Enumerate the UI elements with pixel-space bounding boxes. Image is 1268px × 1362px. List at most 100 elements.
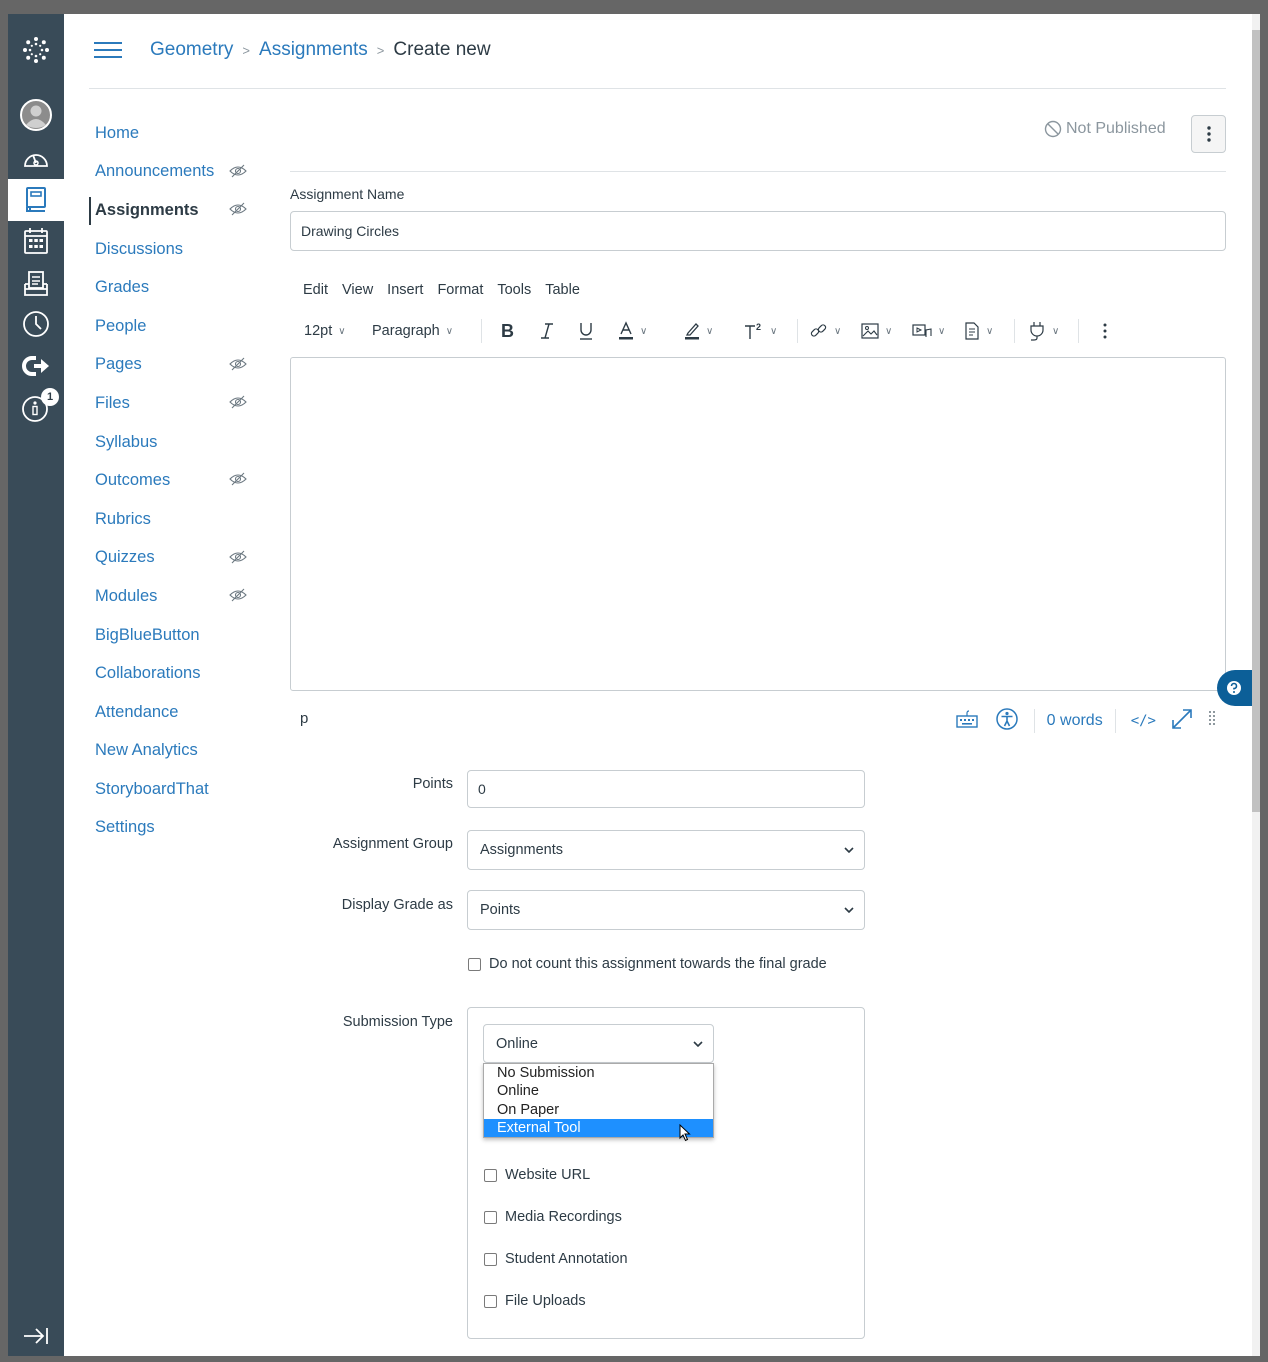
nav-inbox[interactable] <box>8 264 64 304</box>
editor-menu-insert[interactable]: Insert <box>387 282 423 298</box>
checkbox-box[interactable] <box>484 1168 497 1182</box>
statusbar-divider <box>1033 709 1035 733</box>
course-nav-label: People <box>95 316 147 335</box>
course-nav-item-grades[interactable]: Grades <box>89 268 269 307</box>
chevron-down-icon <box>693 1040 703 1047</box>
course-nav-item-settings[interactable]: Settings <box>89 809 269 848</box>
header-divider <box>89 88 1226 89</box>
nav-history[interactable] <box>8 304 64 344</box>
courses-icon <box>26 187 46 212</box>
course-nav-label: Quizzes <box>95 548 155 567</box>
assignment-name-input[interactable]: Drawing Circles <box>290 211 1226 251</box>
course-nav-item-outcomes[interactable]: Outcomes <box>89 461 269 500</box>
editor-menubar: Edit View Insert Format Tools Table <box>303 282 594 298</box>
canvas-logo-link[interactable] <box>8 30 64 70</box>
submission-option-no-submission[interactable]: No Submission <box>484 1064 713 1082</box>
nav-help[interactable]: 1 <box>8 388 64 428</box>
toolbar-divider <box>1078 319 1079 343</box>
omit-from-final-checkbox[interactable]: Do not count this assignment towards the… <box>468 956 827 972</box>
submission-option-on-paper[interactable]: On Paper <box>484 1101 713 1119</box>
keyboard-shortcuts-button[interactable] <box>955 709 978 733</box>
course-nav-item-discussions[interactable]: Discussions <box>89 230 269 269</box>
editor-menu-view[interactable]: View <box>342 282 373 298</box>
assignment-group-select[interactable]: Assignments <box>467 830 865 870</box>
course-nav-item-rubrics[interactable]: Rubrics <box>89 500 269 539</box>
course-nav: Home Announcements Assignments Discussions G… <box>89 114 269 847</box>
breadcrumb-course[interactable]: Geometry <box>150 39 233 61</box>
course-nav-item-home[interactable]: Home <box>89 114 269 153</box>
page-scrollbar[interactable] <box>1252 14 1260 1356</box>
breadcrumb-assignments[interactable]: Assignments <box>259 39 368 61</box>
highlight-color-button[interactable]: ∨ <box>684 316 713 346</box>
course-nav-label: Outcomes <box>95 471 171 490</box>
media-button[interactable]: ∨ <box>912 316 945 346</box>
collapse-nav-button[interactable] <box>22 1326 50 1351</box>
course-nav-item-storyboardthat[interactable]: StoryboardThat <box>89 770 269 809</box>
underline-button[interactable] <box>578 316 594 346</box>
editor-menu-tools[interactable]: Tools <box>497 282 531 298</box>
block-format-dropdown[interactable]: Paragraph ∨ <box>372 316 453 346</box>
link-button[interactable]: ∨ <box>810 316 841 346</box>
course-nav-item-bigbluebutton[interactable]: BigBlueButton <box>89 616 269 655</box>
nav-courses[interactable] <box>8 179 64 221</box>
superscript-button[interactable]: 2 ∨ <box>744 316 777 346</box>
points-label: Points <box>412 776 453 792</box>
editor-menu-table[interactable]: Table <box>545 282 580 298</box>
text-color-button[interactable]: ∨ <box>618 316 647 346</box>
course-nav-item-attendance[interactable]: Attendance <box>89 693 269 732</box>
course-nav-item-announcements[interactable]: Announcements <box>89 153 269 192</box>
checkbox-box[interactable] <box>484 1252 497 1266</box>
word-count[interactable]: 0 words <box>1047 712 1103 730</box>
element-path[interactable]: p <box>300 710 308 727</box>
nav-account[interactable] <box>8 95 64 135</box>
course-nav-item-syllabus[interactable]: Syllabus <box>89 423 269 462</box>
online-entry-website-url[interactable]: Website URL <box>484 1167 590 1183</box>
course-menu-toggle[interactable] <box>94 42 122 62</box>
submission-type-select[interactable]: Online <box>483 1024 714 1063</box>
accessibility-checker-button[interactable] <box>995 707 1018 735</box>
editor-menu-edit[interactable]: Edit <box>303 282 328 298</box>
checkbox-box[interactable] <box>484 1210 497 1224</box>
image-button[interactable]: ∨ <box>861 316 892 346</box>
display-grade-select[interactable]: Points <box>467 890 865 930</box>
checkbox-box[interactable] <box>468 957 481 971</box>
fullscreen-button[interactable] <box>1170 707 1194 736</box>
font-size-dropdown[interactable]: 12pt ∨ <box>304 316 346 346</box>
online-entry-media-recordings[interactable]: Media Recordings <box>484 1209 622 1225</box>
more-toolbar-button[interactable] <box>1103 316 1107 346</box>
italic-button[interactable] <box>540 316 554 346</box>
points-input[interactable]: 0 <box>467 770 865 808</box>
chevron-down-icon: ∨ <box>770 325 778 337</box>
avatar-icon <box>20 99 52 131</box>
nav-dashboard[interactable] <box>8 138 64 178</box>
hidden-eye-icon <box>229 550 247 569</box>
submission-option-online[interactable]: Online <box>484 1082 713 1100</box>
online-entry-file-uploads[interactable]: File Uploads <box>484 1293 586 1309</box>
bold-button[interactable]: B <box>500 316 516 346</box>
course-nav-item-pages[interactable]: Pages <box>89 346 269 385</box>
resize-handle[interactable] <box>1208 710 1216 733</box>
course-nav-item-files[interactable]: Files <box>89 384 269 423</box>
apps-plugin-button[interactable]: ∨ <box>1028 316 1059 346</box>
course-nav-label: Home <box>95 123 140 142</box>
course-nav-item-new-analytics[interactable]: New Analytics <box>89 732 269 771</box>
nav-commons[interactable] <box>8 346 64 386</box>
course-nav-item-collaborations[interactable]: Collaborations <box>89 654 269 693</box>
online-entry-label: Student Annotation <box>505 1251 628 1267</box>
course-nav-item-modules[interactable]: Modules <box>89 577 269 616</box>
assignment-options-button[interactable] <box>1191 115 1226 153</box>
nav-calendar[interactable] <box>8 221 64 261</box>
hamburger-line <box>94 42 122 44</box>
course-nav-item-people[interactable]: People <box>89 307 269 346</box>
breadcrumb-separator: > <box>242 42 251 58</box>
editor-menu-format[interactable]: Format <box>437 282 483 298</box>
checkbox-box[interactable] <box>484 1294 497 1308</box>
course-nav-item-assignments[interactable]: Assignments <box>89 191 269 230</box>
rich-content-editor[interactable] <box>290 357 1226 691</box>
online-entry-student-annotation[interactable]: Student Annotation <box>484 1251 628 1267</box>
document-button[interactable]: ∨ <box>964 316 993 346</box>
chevron-down-icon: ∨ <box>640 325 648 337</box>
html-editor-toggle[interactable]: </> <box>1131 713 1156 729</box>
course-nav-item-quizzes[interactable]: Quizzes <box>89 539 269 578</box>
scrollbar-thumb[interactable] <box>1252 30 1260 812</box>
